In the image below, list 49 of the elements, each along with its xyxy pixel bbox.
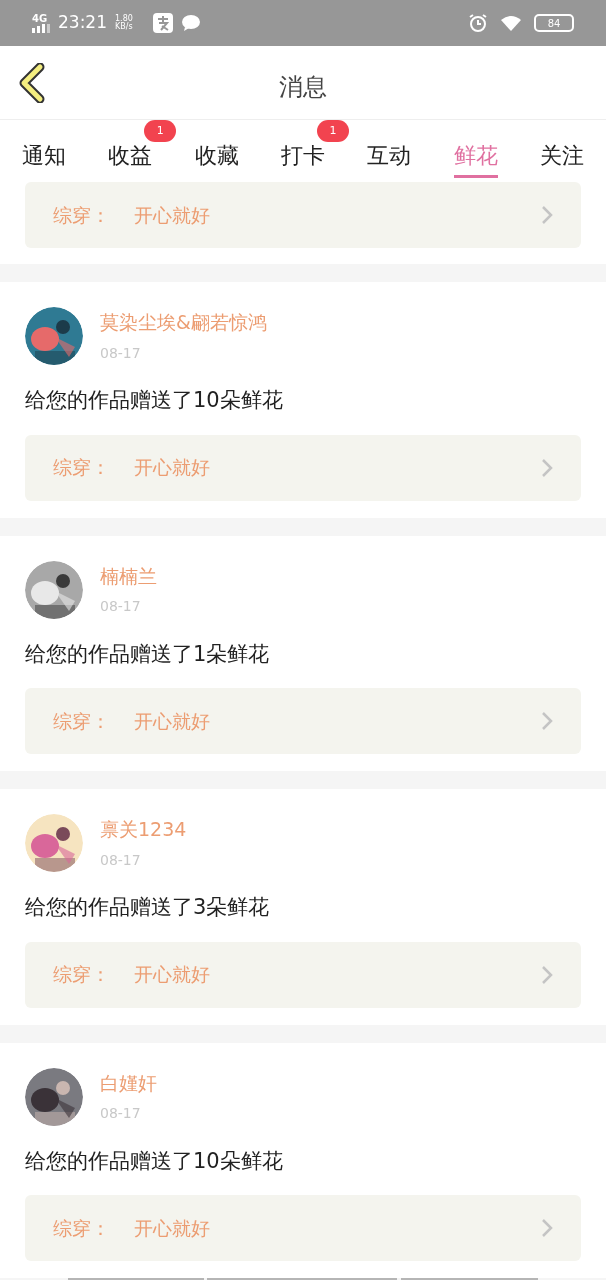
work-title: 开心就好 [134,1215,210,1241]
tab[interactable]: 关注 [539,145,584,178]
work-card[interactable]: 综穿： 开心就好 [25,1195,581,1261]
work-label: 综穿： [53,455,110,481]
work-card[interactable]: 综穿： 开心就好 [25,688,581,754]
work-label: 综穿： [53,708,110,734]
alarm-icon [468,13,488,33]
chevron-right-icon [541,964,553,985]
wifi-icon [500,15,522,31]
work-title: 开心就好 [134,455,210,481]
back-icon[interactable] [18,62,46,103]
tab[interactable]: 打卡 [281,145,325,178]
user-name[interactable]: 禀关1234 [100,815,187,844]
count-badge: 1 [317,120,349,142]
battery-icon: 84 [534,14,574,32]
work-label: 综穿： [53,1215,110,1241]
user-name[interactable]: 白嫤奸 [100,1068,157,1098]
chat-bubble-icon [180,14,201,32]
chevron-right-icon [541,457,553,478]
work-title: 开心就好 [134,708,210,734]
signal-icon [32,23,50,33]
message-text: 给您的作品赠送了1朵鲜花 [25,641,270,666]
message-text: 给您的作品赠送了10朵鲜花 [25,388,283,412]
clock: 23:21 [58,11,107,35]
tab[interactable]: 鲜花 [453,145,498,178]
user-name[interactable]: 莫染尘埃&翩若惊鸿 [100,308,267,337]
speed-value: 1.80 [115,15,133,23]
message-text: 给您的作品赠送了3朵鲜花 [25,895,270,919]
tab[interactable]: 通知 [22,145,66,178]
page-title: 消息 [279,71,327,103]
work-card[interactable]: 综穿： 开心就好 [25,941,581,1008]
network-label: 4G [32,13,48,24]
work-title: 开心就好 [134,962,210,988]
work-label: 综穿： [53,202,110,228]
tab[interactable]: 收藏 [194,145,239,178]
tab[interactable]: 收益 [108,145,153,178]
work-card[interactable]: 综穿： 开心就好 [25,182,581,248]
message-text: 给您的作品赠送了10朵鲜花 [25,1148,283,1173]
chevron-right-icon [541,1218,553,1238]
tab[interactable]: 互动 [367,145,412,178]
work-label: 综穿： [53,962,110,988]
count-badge: 1 [144,120,177,142]
work-card[interactable]: 综穿： 开心就好 [25,434,581,501]
chevron-right-icon [541,205,553,225]
user-name[interactable]: 楠楠兰 [100,561,157,591]
work-title: 开心就好 [134,202,210,228]
chevron-right-icon [541,711,553,731]
app-icon [152,13,173,33]
speed-unit: KB/s [115,23,133,31]
